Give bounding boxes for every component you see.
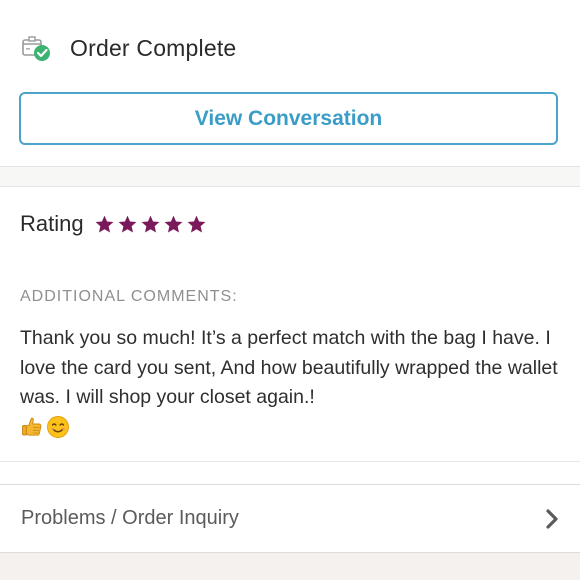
additional-comments-heading: ADDITIONAL COMMENTS:: [20, 288, 238, 305]
thumbs-up-icon: [22, 417, 42, 436]
order-status-header: Order Complete: [20, 30, 236, 66]
star-icon: [141, 215, 160, 233]
order-details-screen: Order Complete View Conversation Rating …: [0, 0, 580, 580]
problems-order-inquiry-label: Problems / Order Inquiry: [21, 507, 239, 529]
smiling-face-icon: [47, 415, 69, 438]
star-icon: [187, 215, 206, 233]
comment-text: Thank you so much! It’s a perfect match …: [20, 327, 558, 408]
comment-emojis: [20, 413, 568, 441]
bottom-background: [0, 553, 580, 580]
rating-label: Rating: [20, 211, 84, 236]
rating-section: Rating: [20, 207, 209, 241]
view-conversation-button[interactable]: View Conversation: [19, 92, 558, 145]
star-icon: [95, 215, 114, 233]
package-check-icon: [20, 33, 54, 63]
star-icon: [118, 215, 137, 233]
order-status-title: Order Complete: [70, 34, 237, 61]
chevron-right-icon: [546, 508, 558, 529]
view-conversation-label: View Conversation: [194, 106, 383, 130]
star-icon: [164, 215, 183, 233]
additional-comments-body: Thank you so much! It’s a perfect match …: [20, 324, 568, 441]
star-rating: [94, 214, 209, 235]
problems-order-inquiry-row[interactable]: Problems / Order Inquiry: [0, 485, 580, 553]
section-divider: [0, 166, 580, 187]
section-divider: [0, 461, 580, 462]
